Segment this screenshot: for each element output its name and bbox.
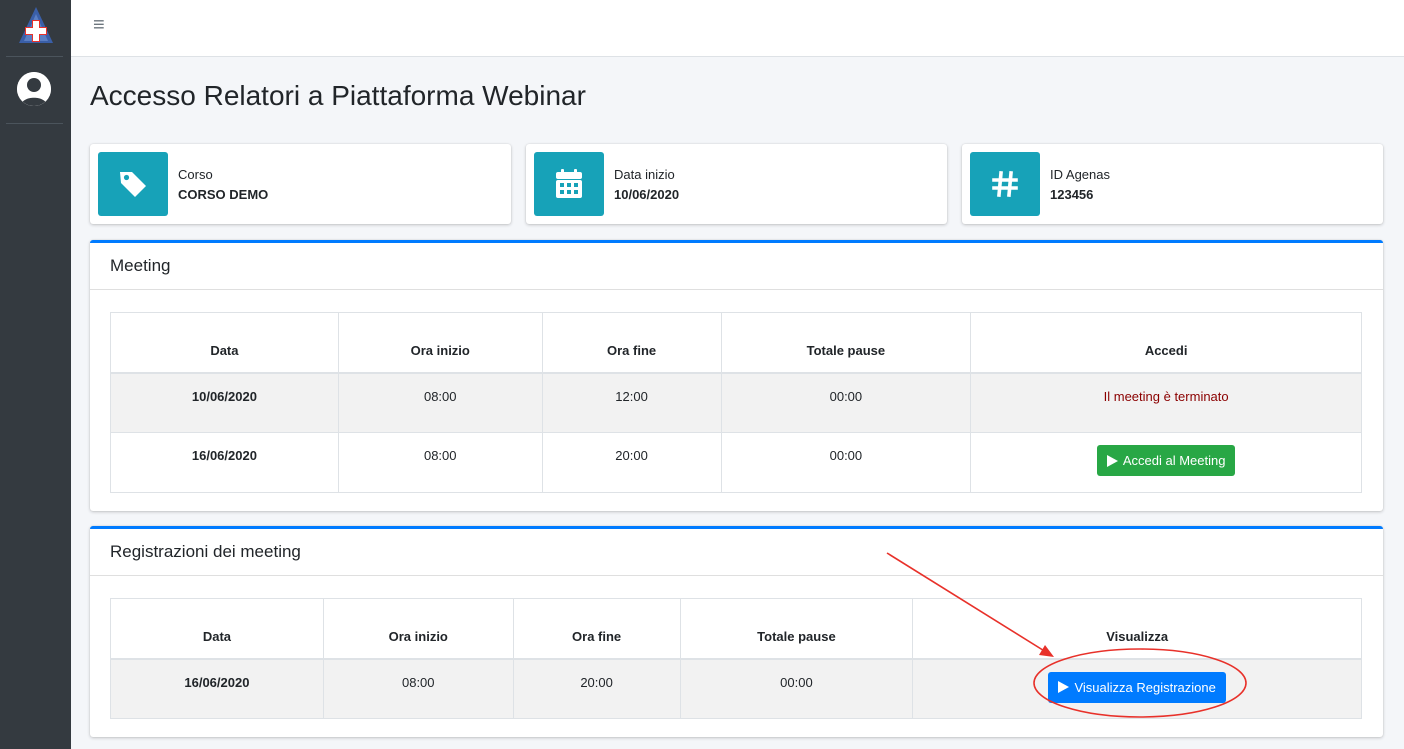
join-meeting-button[interactable]: Accedi al Meeting (1096, 445, 1236, 476)
top-navbar: ≡ (71, 0, 1404, 57)
cell-totale-pause: 00:00 (720, 372, 972, 433)
sidebar-divider (6, 123, 63, 124)
cell-ora-inizio: 08:00 (337, 372, 543, 433)
sidebar-divider (6, 56, 63, 57)
view-recording-label: Visualizza Registrazione (1074, 679, 1216, 695)
recordings-card-title: Registrazioni dei meeting (90, 529, 1383, 576)
play-icon (1058, 681, 1070, 693)
sidebar (0, 0, 71, 749)
table-header-row: Data Ora inizio Ora fine Totale pause Vi… (110, 598, 1362, 660)
view-recording-button[interactable]: Visualizza Registrazione (1048, 671, 1226, 703)
join-meeting-label: Accedi al Meeting (1122, 453, 1226, 468)
info-box-value: CORSO DEMO (178, 187, 269, 202)
cell-data: 16/06/2020 (110, 658, 324, 719)
meeting-table: Data Ora inizio Ora fine Totale pause Ac… (110, 312, 1362, 493)
table-row: 10/06/2020 08:00 12:00 00:00 Il meeting … (110, 372, 1362, 433)
info-box-value: 123456 (1050, 187, 1094, 202)
cell-totale-pause: 00:00 (720, 432, 972, 493)
tag-icon (98, 152, 168, 216)
info-box-corso: Corso CORSO DEMO (90, 144, 511, 224)
column-header: Data (110, 598, 324, 660)
column-header: Visualizza (912, 598, 1362, 660)
column-header: Ora fine (512, 598, 681, 660)
user-avatar-icon[interactable] (17, 72, 51, 106)
calendar-icon (534, 152, 604, 216)
cell-data: 10/06/2020 (110, 372, 339, 433)
column-header: Totale pause (720, 312, 972, 374)
column-header: Data (110, 312, 339, 374)
column-header: Ora inizio (322, 598, 514, 660)
cell-ora-inizio: 08:00 (337, 432, 543, 493)
cell-visualizza: Visualizza Registrazione (912, 658, 1362, 719)
table-header-row: Data Ora inizio Ora fine Totale pause Ac… (110, 312, 1362, 374)
play-icon (1106, 454, 1118, 467)
info-box-label: Corso (178, 167, 213, 182)
red-cross-logo-icon[interactable] (18, 6, 54, 44)
cell-ora-fine: 12:00 (541, 372, 722, 433)
table-row: 16/06/2020 08:00 20:00 00:00 Accedi al M… (110, 432, 1362, 493)
cell-totale-pause: 00:00 (679, 658, 914, 719)
hashtag-icon (970, 152, 1040, 216)
column-header: Ora inizio (337, 312, 543, 374)
table-row: 16/06/2020 08:00 20:00 00:00 Visualizza … (110, 658, 1362, 719)
meeting-card-title: Meeting (90, 243, 1383, 290)
column-header: Totale pause (679, 598, 914, 660)
info-box-value: 10/06/2020 (614, 187, 680, 202)
info-box-label: ID Agenas (1050, 167, 1110, 182)
cell-ora-fine: 20:00 (512, 658, 681, 719)
info-box-id-agenas: ID Agenas 123456 (962, 144, 1383, 224)
recordings-card: Registrazioni dei meeting Data Ora inizi… (90, 526, 1383, 737)
cell-accedi: Accedi al Meeting (970, 432, 1362, 493)
hamburger-menu-icon[interactable]: ≡ (93, 14, 105, 37)
meeting-ended-status: Il meeting è terminato (970, 372, 1362, 433)
column-header: Ora fine (541, 312, 722, 374)
meeting-card: Meeting Data Ora inizio Ora fine Totale … (90, 240, 1383, 511)
cell-ora-inizio: 08:00 (322, 658, 514, 719)
cell-ora-fine: 20:00 (541, 432, 722, 493)
page-title: Accesso Relatori a Piattaforma Webinar (90, 80, 586, 111)
info-box-label: Data inizio (614, 167, 675, 182)
recordings-table: Data Ora inizio Ora fine Totale pause Vi… (110, 598, 1362, 719)
column-header: Accedi (970, 312, 1362, 374)
info-box-data-inizio: Data inizio 10/06/2020 (526, 144, 947, 224)
cell-data: 16/06/2020 (110, 432, 339, 493)
